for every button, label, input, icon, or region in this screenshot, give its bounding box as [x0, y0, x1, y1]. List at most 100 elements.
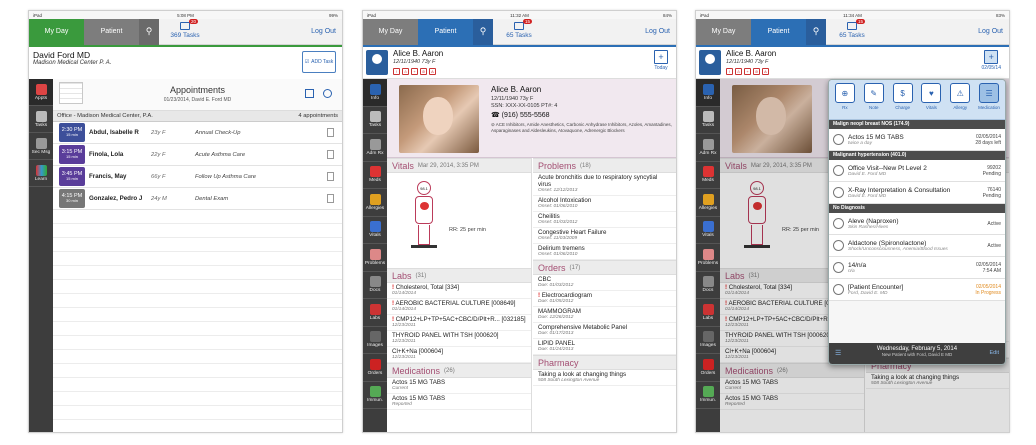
sidebar-item-tasks[interactable]: Tasks — [363, 107, 387, 134]
avatar[interactable] — [699, 50, 721, 75]
action-rx[interactable]: ⊕ Rx — [832, 83, 858, 116]
orders-header[interactable]: Orders (17) — [533, 260, 676, 275]
document-icon[interactable] — [327, 150, 334, 159]
sidebar-item-appts[interactable]: Appts — [29, 79, 53, 106]
sidebar-item-images[interactable]: Images — [363, 327, 387, 354]
no-icon[interactable]: ⊘ — [753, 68, 760, 75]
warning-icon[interactable]: ⚠ — [735, 68, 742, 75]
sidebar-item-admrx[interactable]: Adm Rx — [363, 134, 387, 162]
sidebar-item-docs[interactable]: Docs — [696, 272, 720, 299]
tasks-button[interactable]: 20 369 Tasks — [165, 19, 205, 39]
tab-patient[interactable]: Patient — [418, 18, 473, 45]
patient-phone[interactable]: ☎ (916) 555-5568 — [491, 111, 676, 120]
problems-item[interactable]: Cheilitis Onset: 01/03/2012 — [533, 212, 676, 228]
orders-item[interactable]: MAMMOGRAM Due: 12/26/2012 — [533, 307, 676, 323]
alert-icon[interactable]: ! — [393, 68, 400, 75]
logout-button[interactable]: Log Out — [645, 28, 670, 35]
search-icon[interactable]: ⚲ — [473, 18, 493, 45]
appointment-row[interactable]: 2:30 PM 15 min Abdul, Isabelle R 23y F Annua… — [53, 122, 342, 144]
search-icon[interactable]: ⚲ — [139, 18, 159, 45]
sidebar-item-info[interactable]: Info — [696, 79, 720, 107]
problems-item[interactable]: Acute bronchitis due to respiratory sync… — [533, 173, 676, 196]
today-button[interactable]: +02/05/14 — [982, 50, 1001, 71]
sidebar-item-vitals[interactable]: Vitals — [363, 217, 387, 244]
no-icon[interactable]: ⊘ — [420, 68, 427, 75]
action-allergy[interactable]: ⚠ Allergy — [947, 83, 973, 116]
translate-icon[interactable]: A — [429, 68, 436, 75]
appointment-row[interactable]: 3:15 PM 15 min Finola, Lola 22y F Acute Asth… — [53, 144, 342, 166]
sidebar-item-learn[interactable]: Learn — [29, 160, 53, 187]
pharmacy-header[interactable]: Pharmacy — [533, 355, 676, 370]
orders-item[interactable]: LIPID PANEL Due: 01/24/2013 — [533, 339, 676, 355]
encounter-item[interactable]: Aleve (Naproxen) Skin Rashes/Hives Active — [829, 213, 1005, 235]
avatar[interactable] — [366, 50, 388, 75]
sidebar-item-problems[interactable]: Problems — [696, 244, 720, 272]
labs-item[interactable]: ! Cholesterol, Total [334] 01/14/2014 — [387, 283, 531, 299]
logout-button[interactable]: Log Out — [311, 28, 336, 35]
logout-button[interactable]: Log Out — [978, 28, 1003, 35]
encounter-item[interactable]: Actos 15 MG TABS twice a day 02/05/2014 28 … — [829, 129, 1005, 151]
med-icon[interactable]: + — [411, 68, 418, 75]
problems-item[interactable]: Delirium tremens Onset: 01/06/2010 — [533, 244, 676, 260]
appointment-row[interactable]: 3:45 PM 15 min Francis, May 66y F Follow Up … — [53, 166, 342, 188]
sidebar-item-immun[interactable]: Immun. — [696, 382, 720, 409]
sidebar-item-info[interactable]: Info — [363, 79, 387, 107]
action-charge[interactable]: $ Charge — [890, 83, 916, 116]
orders-item[interactable]: ! Electrocardiogram Due: 01/05/2012 — [533, 291, 676, 307]
translate-icon[interactable]: A — [762, 68, 769, 75]
action-medication[interactable]: ☰ Medication — [976, 83, 1002, 116]
search-icon[interactable]: ⚲ — [806, 18, 826, 45]
sidebar-item-labs[interactable]: Labs — [696, 299, 720, 327]
encounter-item[interactable]: [Patient Encounter] Ford, David E. MD 02/0… — [829, 279, 1005, 301]
sidebar-item-meds[interactable]: Meds — [363, 162, 387, 189]
vitals-header[interactable]: Vitals Mar 29, 2014, 3:35 PM — [387, 158, 531, 173]
labs-item[interactable]: ! AEROBIC BACTERIAL CULTURE [008649] 01/1… — [387, 299, 531, 315]
labs-header[interactable]: Labs (31) — [387, 268, 531, 283]
problems-header[interactable]: Problems (18) — [533, 158, 676, 173]
sidebar-item-immun[interactable]: Immun. — [363, 382, 387, 409]
warning-icon[interactable]: ⚠ — [402, 68, 409, 75]
list-icon[interactable]: ☰ — [835, 349, 841, 357]
labs-item[interactable]: Cl+K+Na [000604] 12/23/2011 — [387, 347, 531, 363]
sidebar-item-sec-msg[interactable]: Sec Msg — [29, 133, 53, 160]
edit-button[interactable]: Edit — [990, 350, 999, 356]
encounter-item[interactable]: X-Ray Interpretation & Consultation David… — [829, 182, 1005, 204]
tab-patient[interactable]: Patient — [84, 18, 139, 45]
vitals-figure[interactable]: 98.1 RR: 25 per min — [387, 173, 531, 268]
problems-item[interactable]: Alcohol Intoxication Onset: 01/06/2010 — [533, 196, 676, 212]
tab-my-day[interactable]: My Day — [29, 18, 84, 45]
sidebar-item-meds[interactable]: Meds — [696, 162, 720, 189]
sidebar-item-allergies[interactable]: Allergies — [363, 189, 387, 217]
encounter-item[interactable]: 14/n/a n/a 02/05/2014 7:54 AM — [829, 257, 1005, 279]
tasks-button[interactable]: 15 65 Tasks — [832, 19, 872, 39]
tab-my-day[interactable]: My Day — [696, 18, 751, 45]
sidebar-item-docs[interactable]: Docs — [363, 272, 387, 299]
tab-my-day[interactable]: My Day — [363, 18, 418, 45]
labs-item[interactable]: THYROID PANEL WITH TSH [000620] 12/23/201… — [387, 331, 531, 347]
problems-item[interactable]: Congestive Heart Failure Onset: 11/03/200… — [533, 228, 676, 244]
labs-item[interactable]: ! CMP12+LP+TP+5AC+CBC/D/Plt+R... [032185… — [387, 315, 531, 331]
sidebar-item-tasks[interactable]: Tasks — [29, 106, 53, 133]
alert-icon[interactable]: ! — [726, 68, 733, 75]
sidebar-item-vitals[interactable]: Vitals — [696, 217, 720, 244]
tab-patient[interactable]: Patient — [751, 18, 806, 45]
tasks-button[interactable]: 15 65 Tasks — [499, 19, 539, 39]
sidebar-item-admrx[interactable]: Adm Rx — [696, 134, 720, 162]
appointment-row[interactable]: 4:15 PM 30 min Gonzalez, Pedro J 24y M Denta… — [53, 188, 342, 210]
meds-item[interactable]: Actos 15 MG TABS Reported — [387, 394, 531, 410]
medications-header[interactable]: Medications (26) — [387, 363, 531, 378]
sidebar-item-orders[interactable]: Orders — [363, 354, 387, 382]
document-icon[interactable] — [327, 172, 334, 181]
sidebar-item-orders[interactable]: Orders — [696, 354, 720, 382]
grid-view-icon[interactable] — [305, 89, 314, 98]
person-icon[interactable] — [323, 89, 332, 98]
orders-item[interactable]: Comprehensive Metabolic Panel Due: 01/17/… — [533, 323, 676, 339]
encounter-item[interactable]: Aldactone (Spironolactone) Shock/Unconsci… — [829, 235, 1005, 257]
action-vitals[interactable]: ♥ Vitals — [918, 83, 944, 116]
med-icon[interactable]: + — [744, 68, 751, 75]
meds-item[interactable]: Actos 15 MG TABS Current — [387, 378, 531, 394]
document-icon[interactable] — [327, 128, 334, 137]
sidebar-item-images[interactable]: Images — [696, 327, 720, 354]
sidebar-item-tasks[interactable]: Tasks — [696, 107, 720, 134]
document-icon[interactable] — [327, 194, 334, 203]
